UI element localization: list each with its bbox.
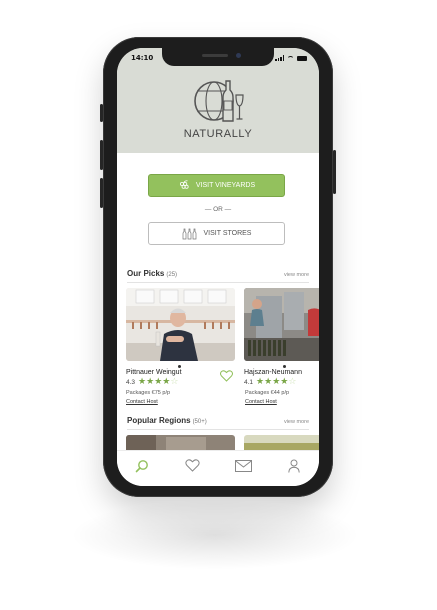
wifi-icon xyxy=(287,55,294,61)
bottom-tab-bar xyxy=(117,450,319,486)
tab-messages[interactable] xyxy=(232,457,254,475)
pick-packages: Packages €75 p/p xyxy=(126,390,171,396)
rating-value: 4.3 xyxy=(126,379,136,386)
pick-name[interactable]: Pittnauer Weingut xyxy=(126,369,182,376)
status-icons xyxy=(275,55,307,61)
phone-notch xyxy=(162,48,274,66)
pick-rating: 4.3 ★ ★ ★ ★ ☆ xyxy=(126,378,178,387)
rating-stars: ★ ★ ★ ★ ☆ xyxy=(256,378,296,387)
status-time: 14:10 xyxy=(131,54,154,62)
star-filled-icon: ★ xyxy=(264,377,273,387)
visit-vineyards-label: VISIT VINEYARDS xyxy=(195,182,256,189)
star-filled-icon: ★ xyxy=(280,377,289,387)
tab-favorites[interactable] xyxy=(182,457,204,475)
visit-vineyards-button[interactable]: VISIT VINEYARDS xyxy=(148,174,285,197)
visit-stores-button[interactable]: VISIT STORES xyxy=(148,222,285,245)
our-picks-view-more-link[interactable]: view more xyxy=(284,272,309,278)
pick-packages: Packages €44 p/p xyxy=(245,390,290,396)
carousel-dot xyxy=(178,365,181,368)
rating-value: 4.1 xyxy=(244,379,254,386)
contact-host-link[interactable]: Contact Host xyxy=(245,399,277,405)
pick-name[interactable]: Hajszan-Neumann xyxy=(244,369,302,376)
popular-regions-view-more-link[interactable]: view more xyxy=(284,419,309,425)
search-icon xyxy=(135,459,149,472)
star-empty-icon: ☆ xyxy=(288,377,297,387)
profile-icon xyxy=(288,459,300,473)
pick-card-image[interactable] xyxy=(126,288,235,361)
popular-regions-title: Popular Regions (50+) xyxy=(127,416,207,425)
popular-regions-heading: Popular Regions xyxy=(127,416,191,425)
signal-icon xyxy=(275,55,284,61)
heart-icon xyxy=(185,459,200,472)
star-filled-icon: ★ xyxy=(138,377,147,387)
favorite-heart-icon[interactable] xyxy=(220,370,233,382)
star-filled-icon: ★ xyxy=(256,377,265,387)
pick-card-image[interactable] xyxy=(244,288,319,361)
mail-icon xyxy=(234,459,252,472)
contact-host-link[interactable]: Contact Host xyxy=(126,399,158,405)
star-filled-icon: ★ xyxy=(154,377,163,387)
visit-stores-label: VISIT STORES xyxy=(203,230,252,237)
rating-stars: ★ ★ ★ ★ ☆ xyxy=(138,378,178,387)
popular-regions-count: (50+) xyxy=(192,419,207,425)
our-picks-count: (25) xyxy=(166,272,178,278)
barrel-bottle-logo-icon xyxy=(194,80,244,122)
star-empty-icon: ☆ xyxy=(170,377,179,387)
power-button xyxy=(333,150,336,194)
section-divider xyxy=(127,282,309,283)
our-picks-heading: Our Picks xyxy=(127,269,165,278)
phone-shadow xyxy=(70,500,360,570)
tab-profile[interactable] xyxy=(283,457,305,475)
grapes-icon xyxy=(179,180,189,189)
section-divider xyxy=(127,429,309,430)
star-filled-icon: ★ xyxy=(162,377,171,387)
tab-search[interactable] xyxy=(131,457,153,475)
bottles-icon xyxy=(182,228,196,239)
brand-name: NATURALLY xyxy=(183,128,253,140)
pick-rating: 4.1 ★ ★ ★ ★ ☆ xyxy=(244,378,296,387)
battery-icon xyxy=(297,55,307,61)
star-filled-icon: ★ xyxy=(146,377,155,387)
app-screen: 14:10 NATURALLY VISIT VINEYARDS — OR — V… xyxy=(117,48,319,486)
carousel-dot xyxy=(283,365,286,368)
or-separator: — OR — xyxy=(204,206,232,213)
star-filled-icon: ★ xyxy=(272,377,281,387)
our-picks-title: Our Picks (25) xyxy=(127,269,177,278)
